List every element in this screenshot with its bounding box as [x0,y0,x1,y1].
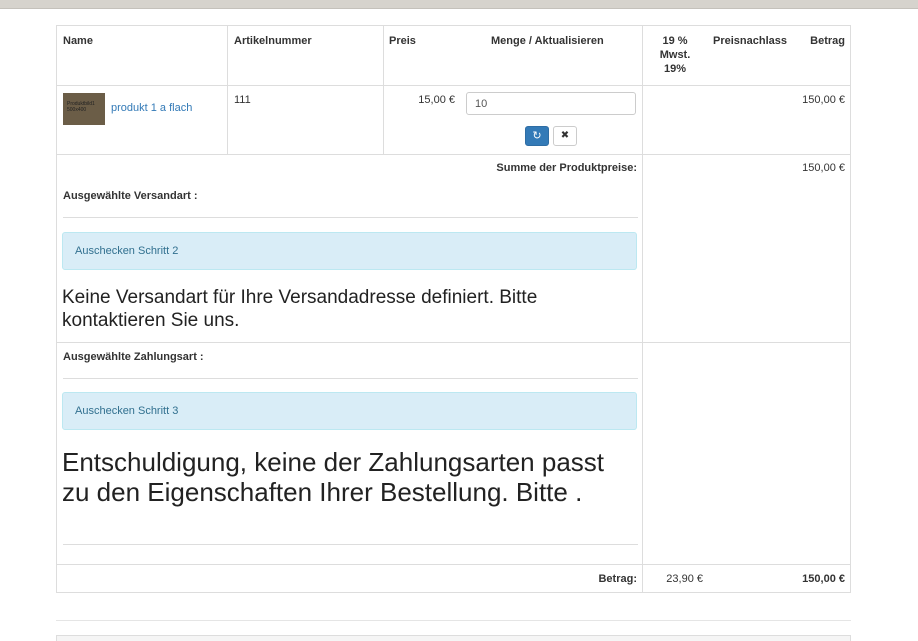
header-amount: Betrag [810,35,845,47]
thumbnail-text-line2: 500x400 [67,107,87,113]
product-thumbnail[interactable]: Produktbild1 500x400 [63,93,105,125]
shipping-label-divider [63,217,638,218]
header-vat-line1: 19 % [662,35,688,47]
total-amount: 150,00 € [802,573,845,585]
total-vat: 23,90 € [666,573,703,585]
product-price: 15,00 € [418,94,455,106]
col-divider-vat [642,26,643,592]
product-article-number: 111 [234,94,251,106]
header-article-number: Artikelnummer [234,35,312,47]
refresh-icon: ↻ [532,130,542,142]
payment-method-label: Ausgewählte Zahlungsart : [63,351,204,363]
payment-message-divider [63,544,638,545]
total-label: Betrag: [598,573,637,585]
checkout-step-3-alert: Auschecken Schritt 3 [62,392,637,430]
remove-product-button[interactable]: ✖ [553,126,577,146]
update-quantity-button[interactable]: ↻ [525,126,549,146]
browser-top-bar [0,0,918,9]
footer-panel [56,635,851,641]
shipping-message: Keine Versandart für Ihre Versandadresse… [62,287,538,331]
header-price: Preis [389,35,416,47]
header-discount: Preisnachlass [713,35,787,47]
product-row-divider [57,154,850,155]
header-divider [57,85,850,86]
col-divider-name [227,26,228,154]
product-amount: 150,00 € [802,94,845,106]
product-name-link[interactable]: produkt 1 a flach [111,102,192,114]
payment-label-divider [63,378,638,379]
payment-message: Entschuldigung, keine der Zahlungsarten … [62,447,605,507]
header-vat: 19 % Mwst. 19% [647,34,703,76]
footer-divider [56,620,851,621]
cart-table: Name Artikelnummer Preis Menge / Aktuali… [56,25,851,593]
shipping-method-label: Ausgewählte Versandart : [63,190,198,202]
checkout-step-2-alert: Auschecken Schritt 2 [62,232,637,270]
header-vat-line2: Mwst. [659,49,691,61]
close-icon: ✖ [560,130,570,141]
shipping-section-divider [57,342,850,343]
subtotal-value: 150,00 € [802,162,845,174]
total-row-divider [57,564,850,565]
header-name: Name [63,35,93,47]
col-divider-article [383,26,384,154]
header-quantity-update: Menge / Aktualisieren [491,35,604,47]
subtotal-label: Summe der Produktpreise: [496,162,637,174]
header-vat-line3: 19% [663,63,687,75]
quantity-input[interactable] [466,92,636,115]
